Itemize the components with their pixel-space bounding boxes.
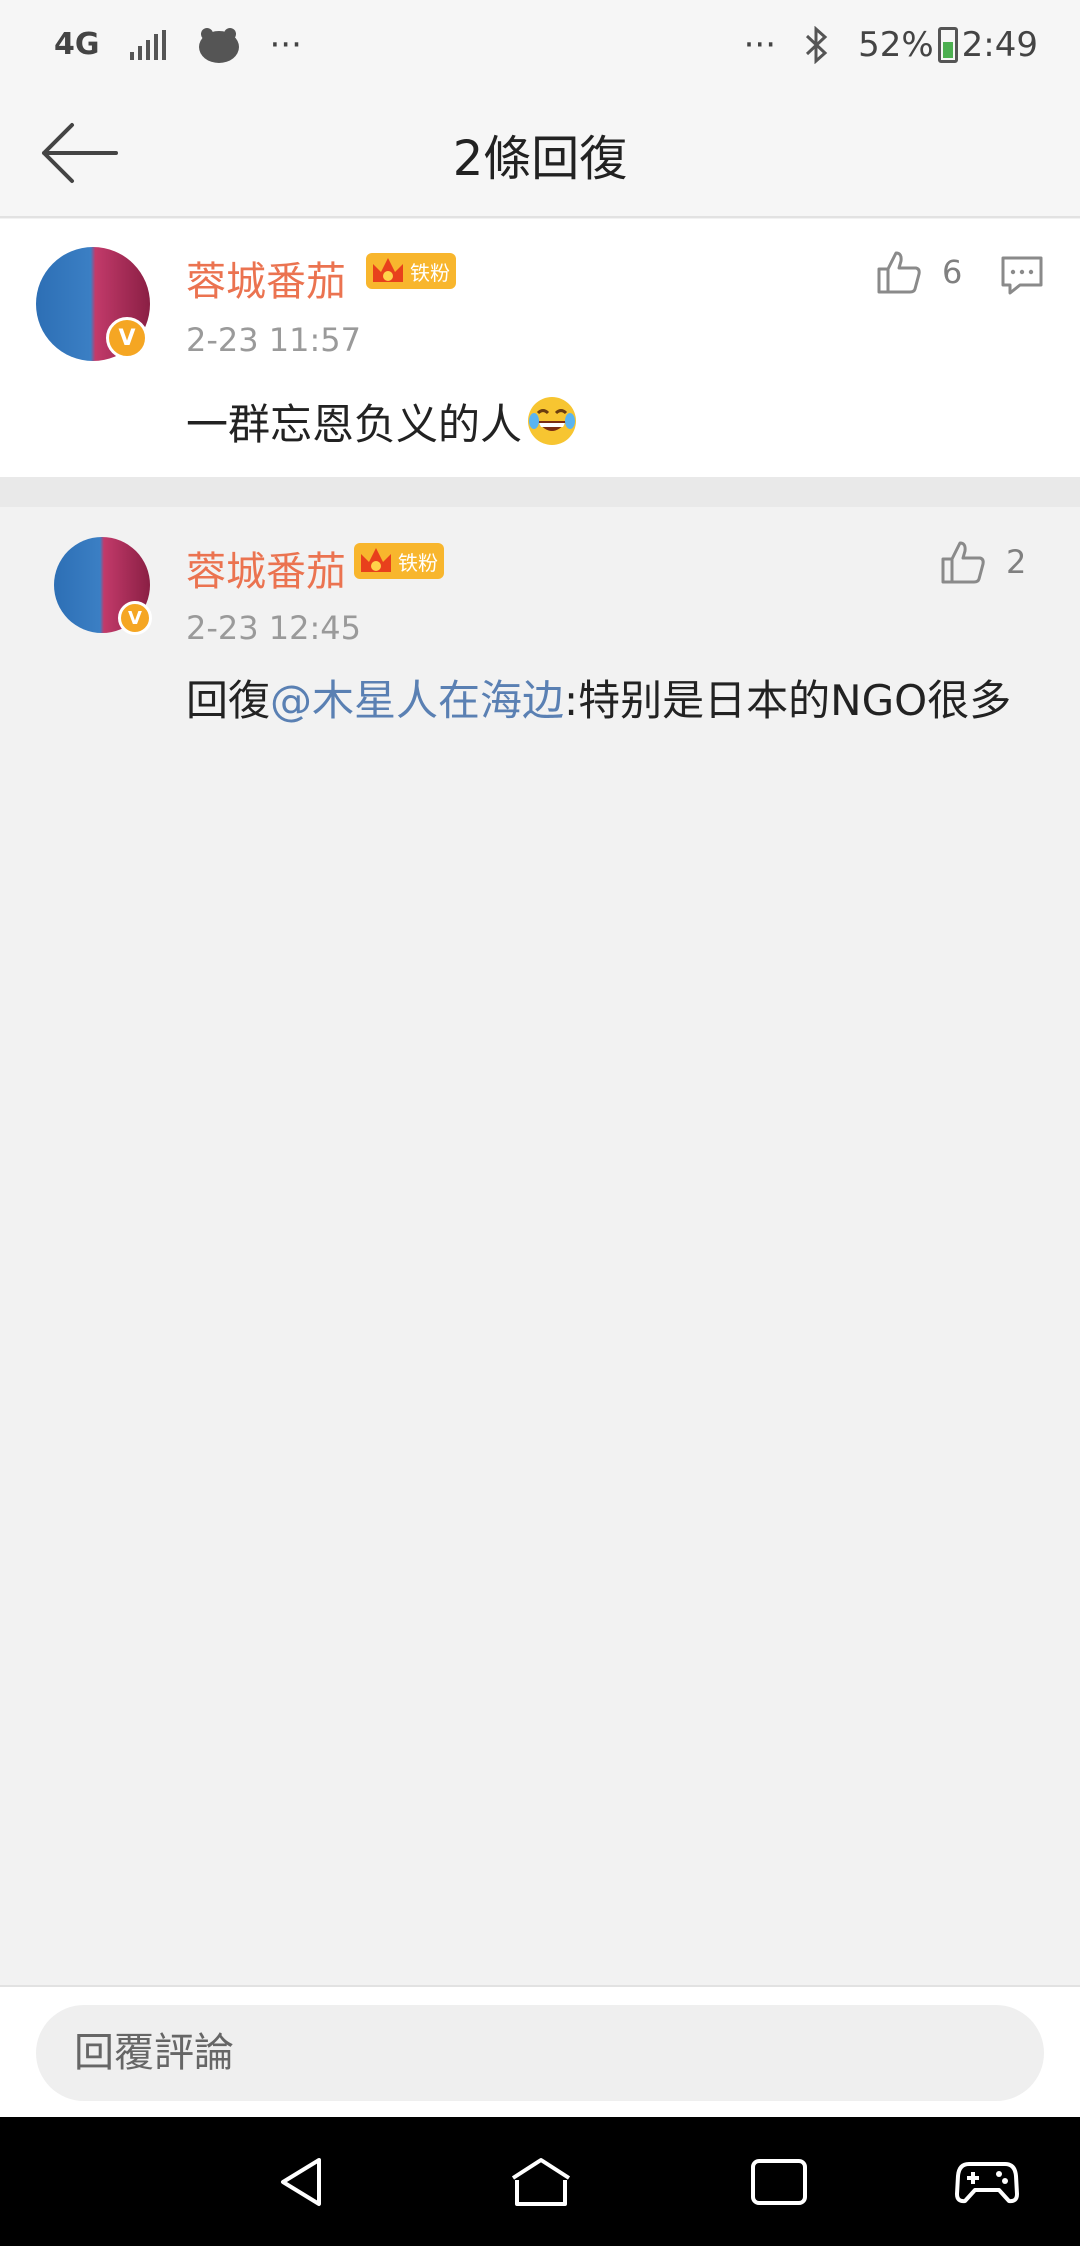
reply-comment-button[interactable] bbox=[1000, 255, 1044, 299]
gamepad-icon bbox=[955, 2162, 1019, 2204]
nav-home-icon bbox=[511, 2158, 571, 2206]
nav-home-button[interactable] bbox=[506, 2147, 576, 2217]
reply-input[interactable] bbox=[36, 2005, 1044, 2101]
crown-icon bbox=[361, 548, 391, 572]
back-arrow-icon bbox=[42, 123, 118, 183]
comment-text-body: 一群忘恩负义的人 bbox=[186, 400, 523, 449]
reply-item[interactable]: V 蓉城番茄 铁粉 2-23 12:45 回復@木星人在海边:特别是日本的NGO… bbox=[0, 507, 1080, 747]
page-title: 2條回復 bbox=[452, 131, 628, 187]
navigation-bar bbox=[0, 2117, 1080, 2246]
reply-prefix: 回復 bbox=[186, 676, 271, 725]
like-button[interactable]: 2 bbox=[940, 539, 1026, 585]
back-button[interactable] bbox=[40, 118, 124, 188]
comment-text: 一群忘恩负义的人 bbox=[186, 391, 578, 452]
reply-body: :特别是日本的NGO很多 bbox=[564, 676, 1012, 725]
reply-input-bar bbox=[0, 1985, 1080, 2117]
status-right: ··· 52% 2:49 bbox=[744, 25, 1038, 65]
username[interactable]: 蓉城番茄 bbox=[186, 249, 346, 307]
header: 2條回復 bbox=[0, 90, 1080, 218]
nav-recents-icon bbox=[751, 2159, 807, 2205]
verified-badge-icon: V bbox=[118, 601, 152, 635]
nav-game-button[interactable] bbox=[952, 2147, 1022, 2217]
fan-badge-label: 铁粉 bbox=[410, 260, 450, 285]
more-status-icon: ··· bbox=[743, 25, 777, 65]
network-indicator: 4G bbox=[54, 27, 100, 62]
like-button[interactable]: 6 bbox=[876, 249, 962, 295]
username[interactable]: 蓉城番茄 bbox=[186, 539, 346, 597]
battery-percent: 52% bbox=[858, 25, 934, 65]
comment-time: 2-23 11:57 bbox=[186, 321, 362, 359]
like-count: 2 bbox=[1006, 543, 1027, 581]
app-notification-icon bbox=[198, 28, 239, 63]
reply-text: 回復@木星人在海边:特别是日本的NGO很多 bbox=[186, 667, 1011, 728]
clock: 2:49 bbox=[961, 25, 1038, 65]
main-comment[interactable]: V 蓉城番茄 铁粉 2-23 11:57 一群忘恩负义的人 6 bbox=[0, 219, 1080, 477]
verified-badge-icon: V bbox=[106, 317, 148, 359]
status-left: 4G ··· bbox=[54, 25, 302, 65]
battery-group: 52% 2:49 bbox=[858, 25, 1038, 65]
crown-icon bbox=[373, 258, 403, 282]
battery-icon bbox=[937, 27, 958, 63]
fan-badge: 铁粉 bbox=[366, 253, 456, 289]
nav-back-icon bbox=[281, 2158, 321, 2206]
avatar[interactable]: V bbox=[36, 247, 150, 361]
fan-badge: 铁粉 bbox=[354, 543, 444, 579]
avatar[interactable]: V bbox=[54, 537, 152, 635]
nav-back-button[interactable] bbox=[268, 2147, 338, 2217]
nav-recents-button[interactable] bbox=[744, 2147, 814, 2217]
fan-badge-label: 铁粉 bbox=[398, 550, 438, 575]
laugh-emoji-icon bbox=[528, 397, 577, 445]
comment-icon bbox=[1001, 256, 1043, 295]
more-notifications-icon: ··· bbox=[269, 25, 302, 65]
thumbs-up-icon bbox=[877, 251, 921, 294]
reply-time: 2-23 12:45 bbox=[186, 609, 362, 647]
thumbs-up-icon bbox=[941, 541, 985, 584]
signal-icon bbox=[129, 30, 166, 60]
like-count: 6 bbox=[942, 253, 963, 291]
divider bbox=[0, 477, 1080, 507]
status-bar: 4G ··· ··· 52% 2:49 bbox=[0, 0, 1080, 90]
mention-link[interactable]: @木星人在海边 bbox=[270, 676, 564, 725]
bluetooth-icon bbox=[806, 26, 828, 64]
